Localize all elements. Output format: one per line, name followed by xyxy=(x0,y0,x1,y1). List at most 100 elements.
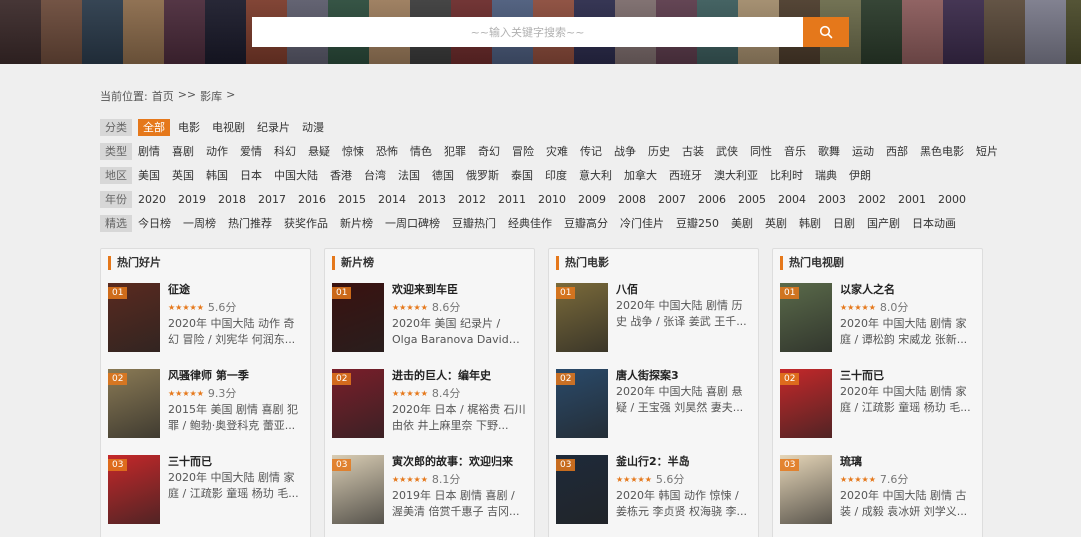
movie-title-link[interactable]: 寅次郎的故事：欢迎归来 xyxy=(392,455,527,469)
filter-option[interactable]: 2018 xyxy=(218,191,246,208)
filter-option[interactable]: 一周口碑榜 xyxy=(385,215,440,232)
filter-option[interactable]: 日剧 xyxy=(833,215,855,232)
filter-option[interactable]: 2003 xyxy=(818,191,846,208)
filter-option[interactable]: 2002 xyxy=(858,191,886,208)
filter-option[interactable]: 电视剧 xyxy=(212,119,245,136)
filter-option[interactable]: 纪录片 xyxy=(257,119,290,136)
movie-poster[interactable]: 01 xyxy=(780,283,832,352)
breadcrumb-current[interactable]: 影库 xyxy=(200,88,222,104)
filter-option[interactable]: 豆瓣250 xyxy=(676,215,719,232)
filter-option[interactable]: 比利时 xyxy=(770,167,803,184)
filter-option[interactable]: 2000 xyxy=(938,191,966,208)
filter-option[interactable]: 2014 xyxy=(378,191,406,208)
filter-option[interactable]: 印度 xyxy=(545,167,567,184)
filter-option[interactable]: 韩剧 xyxy=(799,215,821,232)
movie-poster[interactable]: 02 xyxy=(556,369,608,438)
filter-option[interactable]: 动漫 xyxy=(302,119,324,136)
movie-poster[interactable]: 01 xyxy=(332,283,384,352)
filter-option[interactable]: 2016 xyxy=(298,191,326,208)
filter-option[interactable]: 瑞典 xyxy=(815,167,837,184)
filter-option[interactable]: 音乐 xyxy=(784,143,806,160)
movie-title-link[interactable]: 以家人之名 xyxy=(840,283,975,297)
movie-title-link[interactable]: 征途 xyxy=(168,283,303,297)
filter-option[interactable]: 法国 xyxy=(398,167,420,184)
filter-option[interactable]: 短片 xyxy=(976,143,998,160)
filter-option[interactable]: 德国 xyxy=(432,167,454,184)
movie-title-link[interactable]: 唐人街探案3 xyxy=(616,369,751,383)
movie-title-link[interactable]: 三十而已 xyxy=(840,369,975,383)
filter-option[interactable]: 新片榜 xyxy=(340,215,373,232)
filter-option[interactable]: 国产剧 xyxy=(867,215,900,232)
filter-option[interactable]: 电影 xyxy=(178,119,200,136)
filter-option[interactable]: 西班牙 xyxy=(669,167,702,184)
filter-option[interactable]: 豆瓣高分 xyxy=(564,215,608,232)
filter-option[interactable]: 科幻 xyxy=(274,143,296,160)
filter-option[interactable]: 热门推荐 xyxy=(228,215,272,232)
filter-option[interactable]: 战争 xyxy=(614,143,636,160)
ranking-item[interactable]: 03 琉璃 ★★★★★ 7.6分 2020年 中国大陆 剧情 古装 / 成毅 袁冰妍 刘… xyxy=(780,455,975,527)
filter-option[interactable]: 犯罪 xyxy=(444,143,466,160)
ranking-item[interactable]: 01 以家人之名 ★★★★★ 8.0分 2020年 中国大陆 剧情 家庭 / 谭松韵 宋… xyxy=(780,283,975,355)
breadcrumb-home-link[interactable]: 首页 xyxy=(152,88,174,104)
movie-poster[interactable]: 02 xyxy=(332,369,384,438)
movie-title-link[interactable]: 琉璃 xyxy=(840,455,975,469)
filter-option[interactable]: 加拿大 xyxy=(624,167,657,184)
filter-option[interactable]: 剧情 xyxy=(138,143,160,160)
filter-option[interactable]: 英剧 xyxy=(765,215,787,232)
filter-option[interactable]: 2010 xyxy=(538,191,566,208)
ranking-item[interactable]: 02 进击的巨人：编年史 ★★★★★ 8.4分 2020年 日本 / 梶裕贵 石川由依 … xyxy=(332,369,527,441)
filter-option[interactable]: 2017 xyxy=(258,191,286,208)
filter-option[interactable]: 2020 xyxy=(138,191,166,208)
search-button[interactable] xyxy=(803,17,849,47)
filter-option[interactable]: 伊朗 xyxy=(849,167,871,184)
filter-option[interactable]: 澳大利亚 xyxy=(714,167,758,184)
filter-option[interactable]: 一周榜 xyxy=(183,215,216,232)
movie-poster[interactable]: 01 xyxy=(556,283,608,352)
filter-option[interactable]: 动作 xyxy=(206,143,228,160)
ranking-item[interactable]: 02 三十而已 2020年 中国大陆 剧情 家庭 / 江疏影 童瑶 杨玏 毛... xyxy=(780,369,975,441)
filter-option[interactable]: 喜剧 xyxy=(172,143,194,160)
filter-option[interactable]: 2001 xyxy=(898,191,926,208)
ranking-item[interactable]: 03 三十而已 2020年 中国大陆 剧情 家庭 / 江疏影 童瑶 杨玏 毛... xyxy=(108,455,303,527)
filter-option[interactable]: 台湾 xyxy=(364,167,386,184)
movie-title-link[interactable]: 釜山行2：半岛 xyxy=(616,455,751,469)
filter-option[interactable]: 2007 xyxy=(658,191,686,208)
ranking-item[interactable]: 01 八佰 2020年 中国大陆 剧情 历史 战争 / 张译 姜武 王千... xyxy=(556,283,751,355)
filter-option[interactable]: 美国 xyxy=(138,167,160,184)
filter-option[interactable]: 古装 xyxy=(682,143,704,160)
filter-option[interactable]: 豆瓣热门 xyxy=(452,215,496,232)
filter-option[interactable]: 2009 xyxy=(578,191,606,208)
filter-option[interactable]: 历史 xyxy=(648,143,670,160)
filter-option[interactable]: 歌舞 xyxy=(818,143,840,160)
filter-option[interactable]: 黑色电影 xyxy=(920,143,964,160)
filter-option[interactable]: 经典佳作 xyxy=(508,215,552,232)
filter-option[interactable]: 冒险 xyxy=(512,143,534,160)
movie-poster[interactable]: 02 xyxy=(108,369,160,438)
filter-option[interactable]: 日本 xyxy=(240,167,262,184)
filter-option[interactable]: 俄罗斯 xyxy=(466,167,499,184)
filter-option[interactable]: 2012 xyxy=(458,191,486,208)
ranking-item[interactable]: 03 釜山行2：半岛 ★★★★★ 5.6分 2020年 韩国 动作 惊悚 / 姜栋元 李… xyxy=(556,455,751,527)
filter-option[interactable]: 2008 xyxy=(618,191,646,208)
filter-option[interactable]: 2006 xyxy=(698,191,726,208)
filter-option[interactable]: 西部 xyxy=(886,143,908,160)
filter-option[interactable]: 运动 xyxy=(852,143,874,160)
filter-option[interactable]: 全部 xyxy=(138,118,170,136)
movie-poster[interactable]: 03 xyxy=(780,455,832,524)
movie-poster[interactable]: 01 xyxy=(108,283,160,352)
filter-option[interactable]: 传记 xyxy=(580,143,602,160)
movie-poster[interactable]: 03 xyxy=(108,455,160,524)
filter-option[interactable]: 悬疑 xyxy=(308,143,330,160)
filter-option[interactable]: 2019 xyxy=(178,191,206,208)
filter-option[interactable]: 今日榜 xyxy=(138,215,171,232)
filter-option[interactable]: 爱情 xyxy=(240,143,262,160)
filter-option[interactable]: 香港 xyxy=(330,167,352,184)
filter-option[interactable]: 获奖作品 xyxy=(284,215,328,232)
filter-option[interactable]: 中国大陆 xyxy=(274,167,318,184)
movie-title-link[interactable]: 欢迎来到车臣 xyxy=(392,283,527,297)
filter-option[interactable]: 2005 xyxy=(738,191,766,208)
ranking-item[interactable]: 03 寅次郎的故事：欢迎归来 ★★★★★ 8.1分 2019年 日本 剧情 喜剧 / 渥… xyxy=(332,455,527,527)
filter-option[interactable]: 灾难 xyxy=(546,143,568,160)
filter-option[interactable]: 英国 xyxy=(172,167,194,184)
movie-title-link[interactable]: 三十而已 xyxy=(168,455,303,469)
